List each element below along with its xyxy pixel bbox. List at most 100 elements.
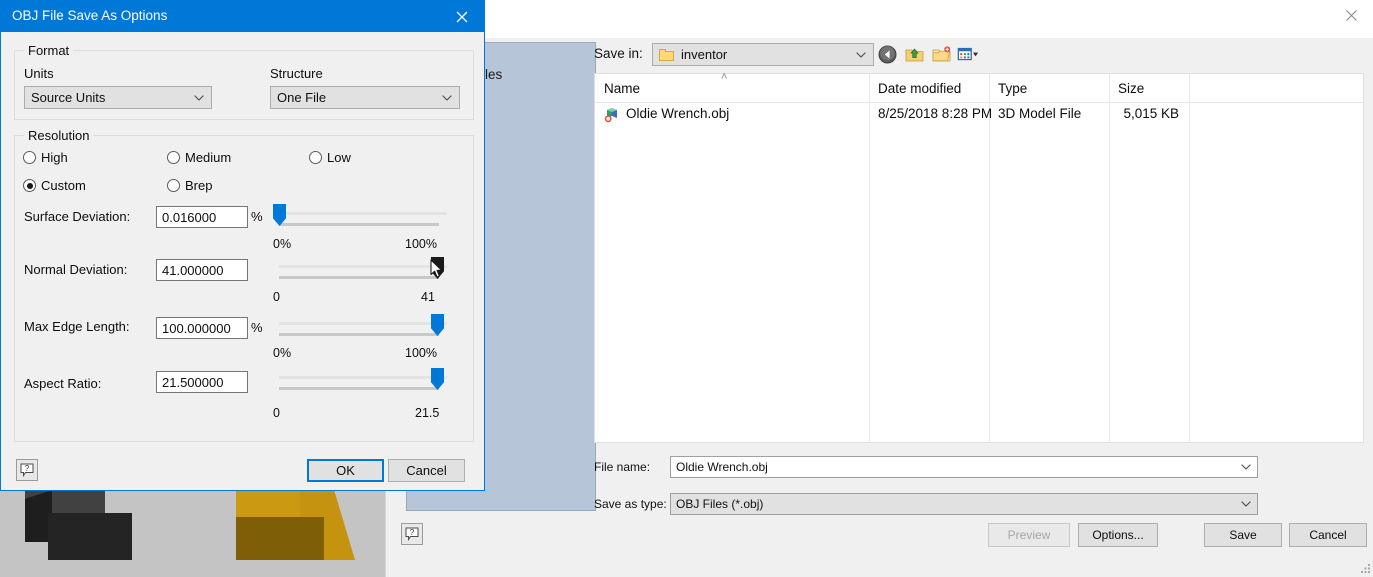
main-window-titlebar [386, 0, 1373, 38]
units-label: Units [24, 66, 54, 81]
obj-save-options-dialog: OBJ File Save As Options Format Units So… [0, 0, 485, 491]
surface-deviation-unit: % [251, 209, 263, 224]
save-in-value: inventor [681, 47, 728, 62]
file-name-row: File name: Oldie Wrench.obj [594, 453, 1364, 483]
chevron-down-icon [856, 51, 866, 58]
radio-indicator [167, 151, 180, 164]
format-group: Format [14, 43, 474, 120]
radio-custom[interactable]: Custom [23, 178, 86, 193]
file-list-header: ˄ Name Date modified Type Size [595, 71, 1363, 103]
column-header-date-modified[interactable]: Date modified [878, 81, 961, 96]
model-part-dark-bottom [48, 513, 132, 560]
column-divider[interactable] [989, 74, 990, 443]
save-as-window: : Center Files Save in: inventor [385, 0, 1373, 577]
max-edge-length-input[interactable]: 100.000000 [156, 317, 248, 339]
normal-deviation-min-tick: 0 [273, 290, 280, 304]
sort-ascending-icon: ˄ [721, 71, 728, 83]
radio-indicator [23, 179, 36, 192]
file-list[interactable]: ˄ Name Date modified Type Size Oldie Wre… [594, 71, 1364, 443]
column-divider[interactable] [1189, 74, 1190, 443]
up-folder-icon[interactable] [903, 43, 925, 65]
views-icon[interactable] [957, 43, 979, 65]
options-button[interactable]: Options... [1078, 523, 1158, 547]
radio-medium[interactable]: Medium [167, 150, 231, 165]
max-edge-length-slider[interactable] [271, 311, 447, 341]
close-icon[interactable] [439, 1, 484, 32]
column-header-type[interactable]: Type [998, 81, 1027, 96]
resize-grip[interactable] [1359, 562, 1371, 574]
slider-track [279, 322, 447, 325]
radio-label: Brep [185, 178, 213, 193]
radio-indicator [309, 151, 322, 164]
surface-deviation-slider[interactable] [271, 201, 447, 231]
column-header-size[interactable]: Size [1118, 81, 1144, 96]
structure-dropdown[interactable]: One File [270, 86, 460, 109]
table-row[interactable]: Oldie Wrench.obj 8/25/2018 8:28 PM 3D Mo… [595, 104, 1363, 126]
surface-deviation-value: 0.016000 [162, 209, 217, 225]
file-name-label: File name: [594, 460, 651, 474]
normal-deviation-value: 41.000000 [162, 262, 224, 278]
normal-deviation-max-tick: 41 [421, 290, 435, 304]
chevron-down-icon [1241, 501, 1251, 507]
surface-deviation-max-tick: 100% [405, 237, 437, 251]
slider-track [279, 333, 439, 336]
column-divider[interactable] [869, 74, 870, 443]
svg-text:?: ? [25, 464, 30, 473]
radio-label: Low [327, 150, 351, 165]
column-header-name[interactable]: Name [604, 81, 640, 96]
aspect-ratio-min-tick: 0 [273, 406, 280, 420]
max-edge-length-value: 100.000000 [162, 320, 231, 336]
ok-button[interactable]: OK [307, 459, 384, 482]
aspect-ratio-value: 21.500000 [162, 374, 224, 390]
normal-deviation-label: Normal Deviation: [24, 262, 128, 277]
close-icon[interactable] [1328, 0, 1373, 31]
model-part-gold-bottom [236, 517, 324, 560]
save-in-dropdown[interactable]: inventor [652, 43, 874, 66]
slider-track [279, 387, 439, 390]
aspect-ratio-slider[interactable] [271, 365, 447, 395]
folder-icon [659, 48, 674, 61]
structure-value: One File [277, 90, 327, 105]
aspect-ratio-label: Aspect Ratio: [24, 376, 102, 391]
cell-type: 3D Model File [998, 106, 1082, 121]
file-name-input[interactable]: Oldie Wrench.obj [670, 456, 1258, 478]
column-divider[interactable] [1109, 74, 1110, 443]
help-icon[interactable]: ? [401, 523, 423, 545]
help-icon[interactable]: ? [16, 459, 38, 481]
slider-track [279, 265, 447, 268]
file-browser-toolbar [876, 43, 979, 65]
chevron-down-icon [194, 94, 204, 101]
radio-label: Custom [41, 178, 86, 193]
units-value: Source Units [31, 90, 106, 105]
normal-deviation-input[interactable]: 41.000000 [156, 259, 248, 281]
resolution-group-title: Resolution [24, 128, 94, 143]
aspect-ratio-input[interactable]: 21.500000 [156, 371, 248, 393]
dialog-titlebar[interactable]: OBJ File Save As Options [1, 1, 484, 32]
units-dropdown[interactable]: Source Units [24, 86, 212, 109]
radio-low[interactable]: Low [309, 150, 351, 165]
surface-deviation-input[interactable]: 0.016000 [156, 206, 248, 228]
new-folder-icon[interactable] [930, 43, 952, 65]
format-group-title: Format [24, 43, 74, 58]
preview-button[interactable]: Preview [988, 523, 1070, 547]
file-browser-button-bar: ? Preview Options... Save Cancel [386, 515, 1373, 577]
slider-track [279, 276, 439, 279]
radio-indicator [23, 151, 36, 164]
file-browser: Save in: inventor ˄ Name Date modified T… [594, 42, 1364, 520]
save-as-type-label: Save as type: [594, 497, 667, 511]
slider-track [279, 376, 447, 379]
radio-high[interactable]: High [23, 150, 68, 165]
cell-size: 5,015 KB [1123, 106, 1179, 121]
max-edge-length-min-tick: 0% [273, 346, 292, 360]
radio-brep[interactable]: Brep [167, 178, 212, 193]
save-as-type-dropdown[interactable]: OBJ Files (*.obj) [670, 493, 1258, 515]
radio-indicator [167, 179, 180, 192]
aspect-ratio-max-tick: 21.5 [415, 406, 440, 420]
surface-deviation-min-tick: 0% [273, 237, 292, 251]
normal-deviation-slider[interactable] [271, 254, 447, 284]
cancel-button[interactable]: Cancel [1289, 523, 1367, 547]
back-icon[interactable] [876, 43, 898, 65]
max-edge-length-max-tick: 100% [405, 346, 437, 360]
cancel-button[interactable]: Cancel [388, 459, 465, 482]
save-button[interactable]: Save [1204, 523, 1282, 547]
